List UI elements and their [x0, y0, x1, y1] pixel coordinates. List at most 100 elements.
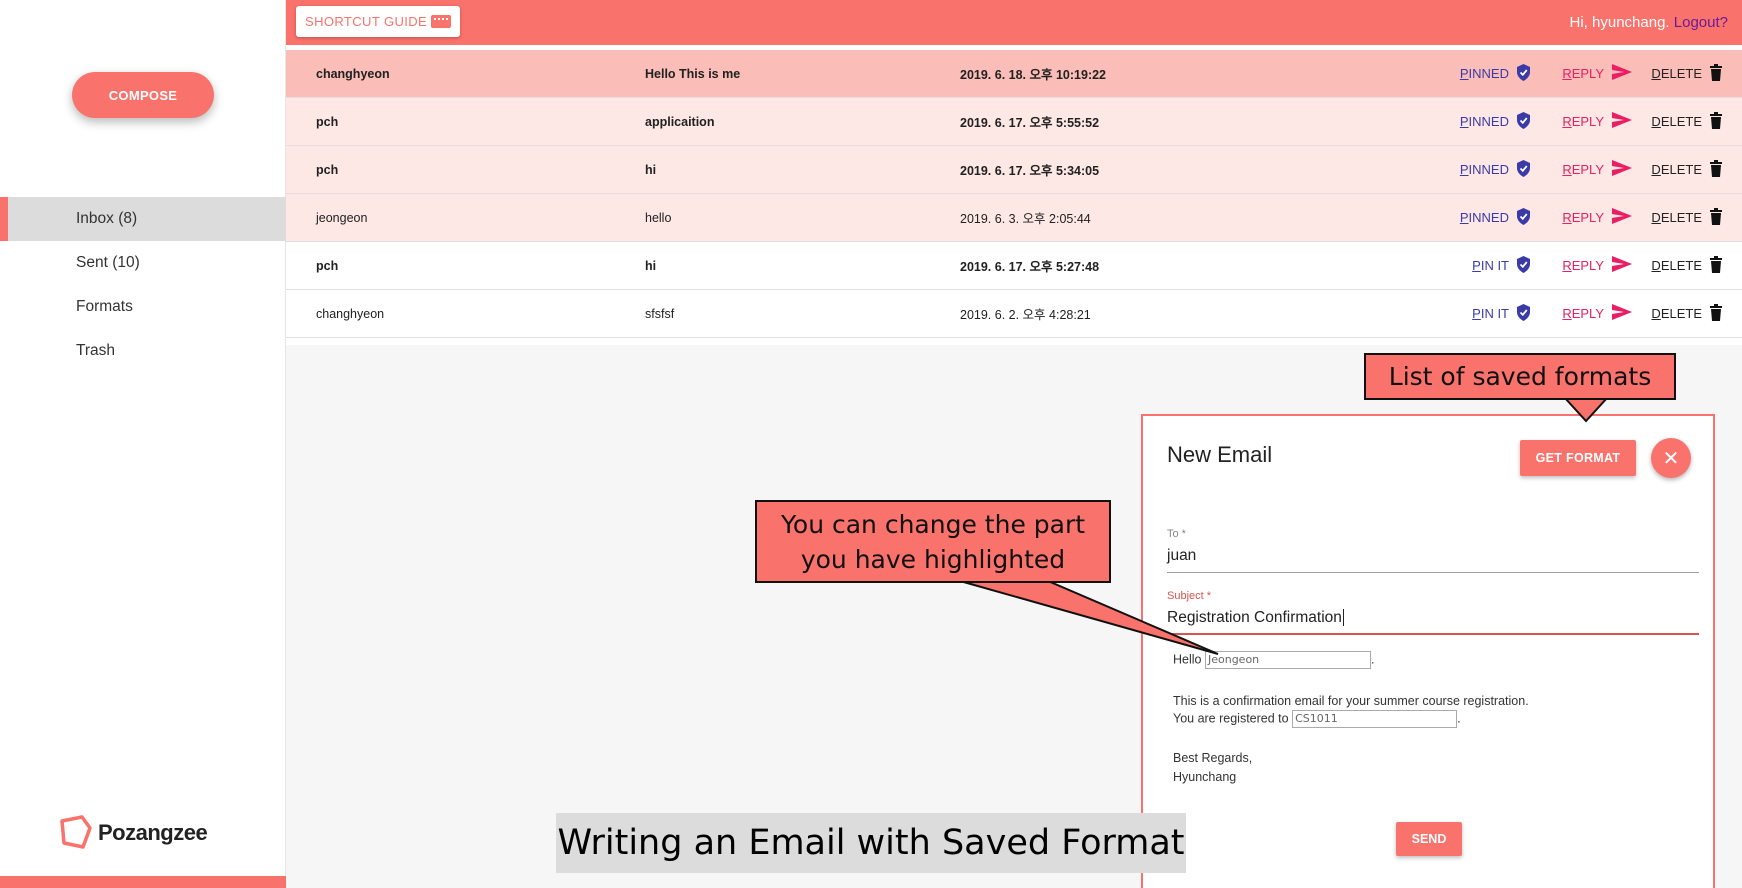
reply-button[interactable]: REPLY — [1562, 304, 1632, 323]
subject-field[interactable]: Registration Confirmation — [1167, 609, 1344, 627]
mail-subject: hi — [645, 162, 657, 177]
mail-date: 2019. 6. 17. 오후 5:34:05 — [960, 164, 1100, 178]
delete-label: DELETE — [1651, 258, 1702, 273]
pin-button[interactable]: PINNED — [1459, 63, 1530, 84]
reply-button[interactable]: REPLY — [1562, 256, 1632, 275]
pin-label: PINNED — [1459, 114, 1509, 129]
table-row[interactable]: jeongeon hello 2019. 6. 3. 오후 2:05:44 PINNE… — [286, 194, 1742, 242]
close-dialog-button[interactable]: ✕ — [1651, 438, 1691, 478]
mail-subject: hi — [645, 258, 657, 273]
delete-button[interactable]: DELETE — [1651, 63, 1722, 84]
pin-button[interactable]: PINNED — [1459, 159, 1530, 180]
logo-text: Pozangzee — [98, 820, 208, 845]
logo-icon — [60, 815, 92, 849]
mail-sender: pch — [316, 114, 339, 129]
sidebar-item-label: Formats — [76, 298, 133, 315]
shield-check-icon — [1517, 255, 1530, 276]
trash-icon — [1710, 63, 1722, 84]
shield-check-icon — [1517, 207, 1530, 228]
mail-list: changhyeon Hello This is me 2019. 6. 18. 오… — [286, 50, 1742, 338]
sidebar-item-inbox[interactable]: Inbox (8) — [0, 197, 286, 241]
trash-icon — [1710, 111, 1722, 132]
delete-button[interactable]: DELETE — [1651, 159, 1722, 180]
sidebar-item-formats[interactable]: Formats — [0, 285, 286, 329]
sidebar-item-label: Trash — [76, 342, 116, 359]
trash-icon — [1710, 255, 1722, 276]
close-icon: ✕ — [1662, 447, 1680, 470]
reply-button[interactable]: REPLY — [1562, 64, 1632, 83]
table-row[interactable]: changhyeon Hello This is me 2019. 6. 18. 오… — [286, 50, 1742, 98]
body-line1: This is a confirmation email for your su… — [1173, 694, 1529, 708]
table-row[interactable]: pch applicaition 2019. 6. 17. 오후 5:55:52 PI… — [286, 98, 1742, 146]
name-fill-field[interactable]: Jeongeon — [1204, 651, 1371, 669]
body-greeting: Hello — [1173, 652, 1202, 667]
sidebar-nav: Inbox (8) Sent (10) Formats Trash — [0, 197, 286, 373]
mail-date: 2019. 6. 18. 오후 10:19:22 — [960, 68, 1107, 82]
sidebar-item-sent[interactable]: Sent (10) — [0, 241, 286, 285]
mail-date: 2019. 6. 3. 오후 2:05:44 — [960, 212, 1091, 226]
pin-button[interactable]: PINNED — [1459, 207, 1530, 228]
send-icon — [1612, 256, 1632, 275]
delete-button[interactable]: DELETE — [1651, 207, 1722, 228]
delete-label: DELETE — [1651, 66, 1702, 81]
shield-check-icon — [1517, 303, 1530, 324]
table-row[interactable]: pch hi 2019. 6. 17. 오후 5:34:05 PINNED REPLY D… — [286, 146, 1742, 194]
to-underline — [1167, 572, 1699, 573]
delete-button[interactable]: DELETE — [1651, 111, 1722, 132]
table-row[interactable]: pch hi 2019. 6. 17. 오후 5:27:48 PIN IT REPLY D… — [286, 242, 1742, 290]
caption: Writing an Email with Saved Format — [556, 813, 1186, 873]
pin-label: PINNED — [1459, 162, 1509, 177]
mail-sender: jeongeon — [316, 210, 368, 225]
send-button[interactable]: SEND — [1396, 822, 1462, 856]
mail-date: 2019. 6. 17. 오후 5:55:52 — [960, 116, 1100, 130]
subject-label: Subject * — [1167, 590, 1212, 602]
pin-button[interactable]: PIN IT — [1472, 303, 1530, 324]
to-field[interactable]: juan — [1167, 547, 1196, 565]
mail-sender: changhyeon — [316, 306, 385, 321]
reply-button[interactable]: REPLY — [1562, 112, 1632, 131]
trash-icon — [1710, 159, 1722, 180]
reply-label: REPLY — [1562, 210, 1604, 225]
highlight-callout-line2: you have highlighted — [800, 545, 1066, 574]
sidebar-item-label: Inbox (8) — [76, 210, 138, 227]
shield-check-icon — [1517, 159, 1530, 180]
compose-button[interactable]: COMPOSE — [72, 72, 214, 118]
mail-date: 2019. 6. 17. 오후 5:27:48 — [960, 260, 1100, 274]
pin-label: PINNED — [1459, 210, 1509, 225]
greeting-text: Hi, hyunchang. — [1569, 14, 1670, 31]
table-row[interactable]: changhyeon sfsfsf 2019. 6. 2. 오후 4:28:21 PI… — [286, 290, 1742, 338]
sidebar-item-label: Sent (10) — [76, 254, 140, 271]
delete-label: DELETE — [1651, 210, 1702, 225]
get-format-button[interactable]: GET FORMAT — [1520, 440, 1636, 476]
top-bar: SHORTCUT GUIDE Hi, hyunchang. Logout? — [286, 0, 1742, 45]
to-label: To * — [1167, 528, 1186, 540]
reply-button[interactable]: REPLY — [1562, 160, 1632, 179]
logout-link[interactable]: Logout? — [1674, 14, 1728, 31]
body-line2-text: You are registered to — [1173, 711, 1289, 726]
pin-button[interactable]: PIN IT — [1472, 255, 1530, 276]
shortcut-guide-label: SHORTCUT GUIDE — [305, 14, 428, 29]
sidebar-item-trash[interactable]: Trash — [0, 329, 286, 373]
reply-button[interactable]: REPLY — [1562, 208, 1632, 227]
pin-label: PINNED — [1459, 66, 1509, 81]
delete-button[interactable]: DELETE — [1651, 303, 1722, 324]
delete-button[interactable]: DELETE — [1651, 255, 1722, 276]
body-greeting-line: Hello Jeongeon. — [1173, 651, 1374, 669]
course-fill-field[interactable]: CS1011 — [1292, 710, 1458, 728]
reply-label: REPLY — [1562, 306, 1604, 321]
trash-icon — [1710, 207, 1722, 228]
reply-label: REPLY — [1562, 66, 1604, 81]
body-closing2: Hyunchang — [1173, 770, 1237, 784]
shortcut-guide-button[interactable]: SHORTCUT GUIDE — [296, 6, 461, 37]
reply-label: REPLY — [1562, 162, 1604, 177]
delete-label: DELETE — [1651, 306, 1702, 321]
reply-label: REPLY — [1562, 114, 1604, 129]
mail-subject: applicaition — [645, 114, 715, 129]
subject-value: Registration Confirmation — [1167, 609, 1342, 626]
delete-label: DELETE — [1651, 162, 1702, 177]
pin-button[interactable]: PINNED — [1459, 111, 1530, 132]
send-icon — [1612, 160, 1632, 179]
user-greeting: Hi, hyunchang. Logout? — [1570, 14, 1728, 31]
new-email-dialog: New Email GET FORMAT ✕ To * juan Subject… — [1141, 414, 1715, 888]
mail-subject: Hello This is me — [645, 66, 741, 81]
